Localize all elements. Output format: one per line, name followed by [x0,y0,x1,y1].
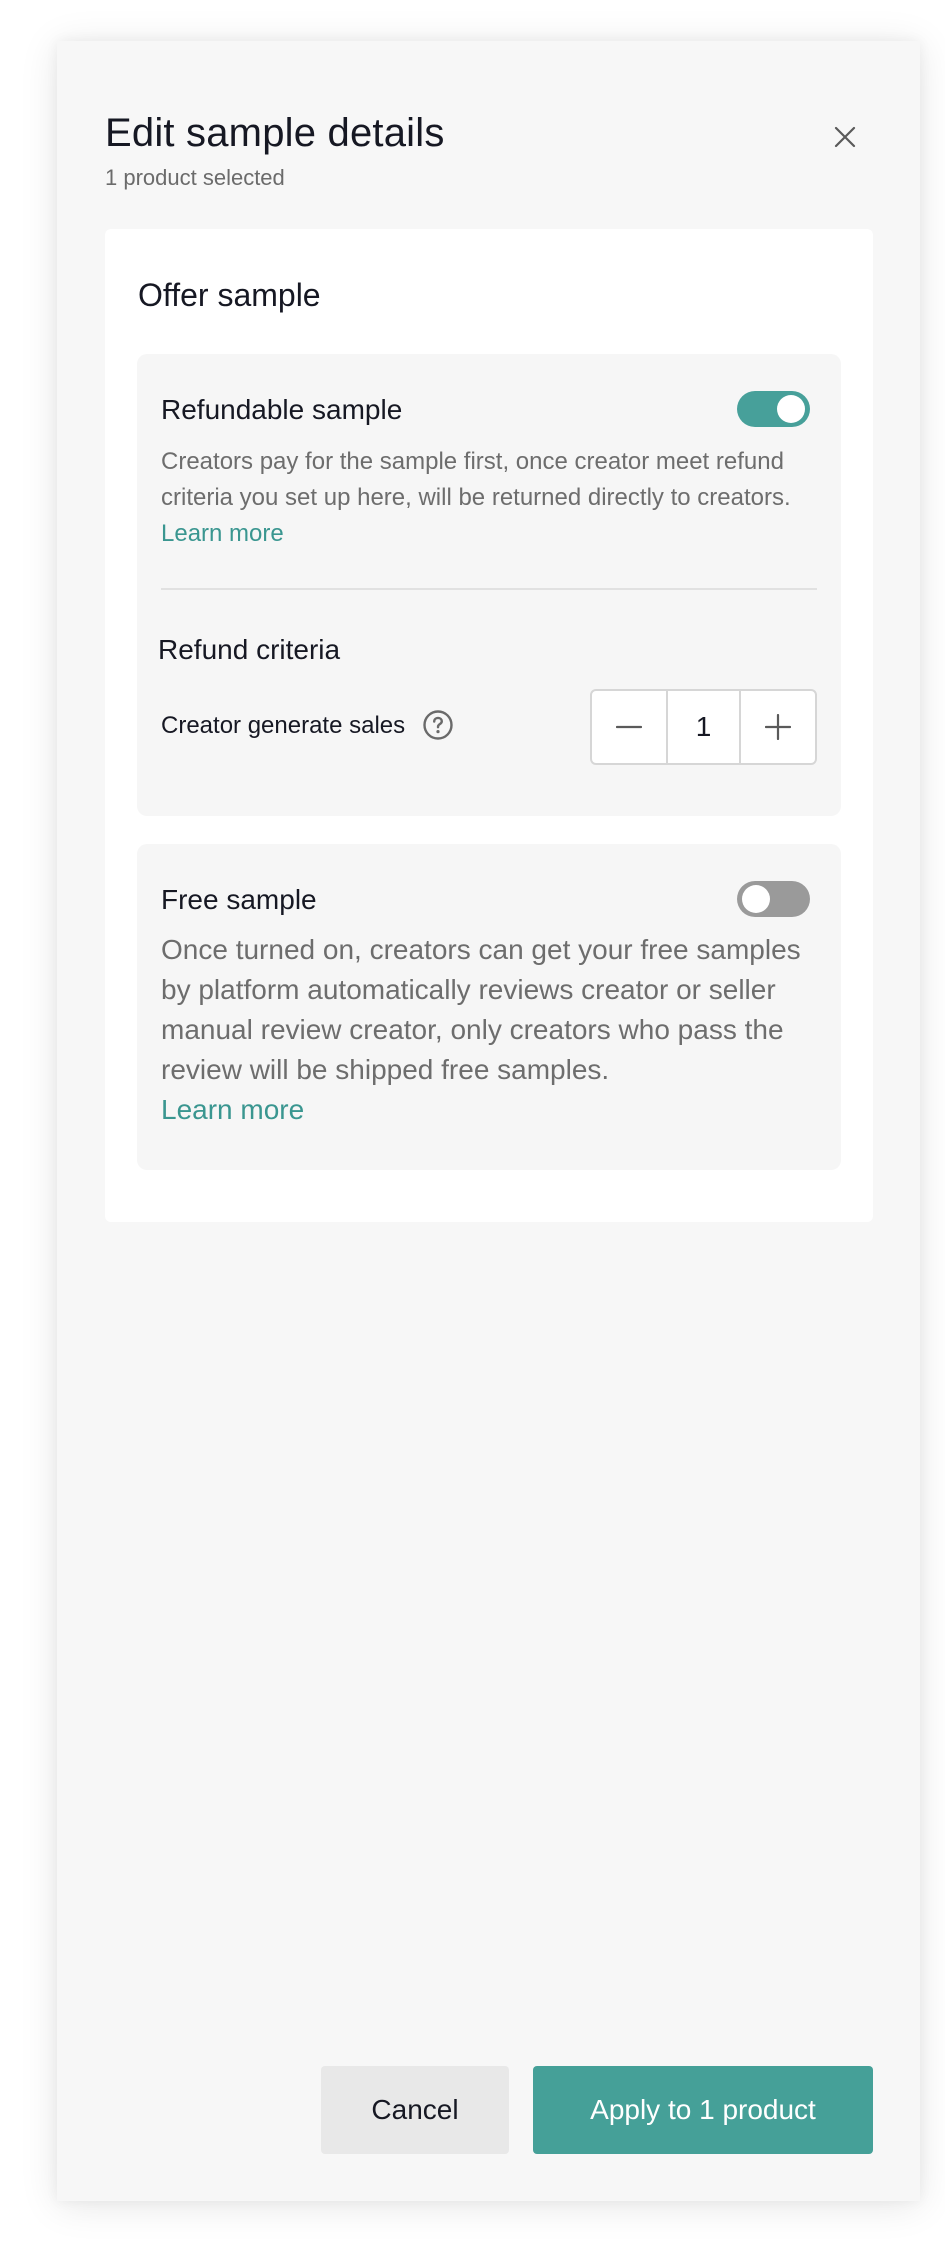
quantity-value[interactable]: 1 [666,691,741,763]
offer-sample-card: Offer sample Refundable sample Creators … [105,229,873,1222]
refund-criteria-title: Refund criteria [158,634,341,665]
free-sample-section: Free sample Once turned on, creators can… [137,844,841,1170]
divider [161,588,817,590]
dialog-title: Edit sample details [105,111,445,155]
close-icon [834,126,856,148]
toggle-knob [742,885,770,913]
free-sample-description: Once turned on, creators can get your fr… [161,934,801,1085]
apply-button[interactable]: Apply to 1 product [533,2066,873,2154]
toggle-knob [777,395,805,423]
refundable-sample-toggle[interactable] [737,391,810,427]
dialog-subtitle: 1 product selected [105,165,285,190]
minus-icon [616,725,642,729]
edit-sample-drawer: Edit sample details 1 product selected O… [57,41,920,2201]
refundable-sample-description: Creators pay for the sample first, once … [161,448,791,511]
help-circle-icon[interactable] [422,709,454,741]
refundable-sample-section: Refundable sample Creators pay for the s… [137,354,841,816]
refundable-learn-more-link[interactable]: Learn more [161,516,284,552]
increment-button[interactable] [741,691,815,763]
refundable-sample-title: Refundable sample [161,394,403,425]
offer-sample-title: Offer sample [138,277,321,313]
creator-generate-sales-label: Creator generate sales [161,712,406,739]
free-sample-title: Free sample [161,884,317,915]
close-button[interactable] [825,117,865,157]
decrement-button[interactable] [592,691,666,763]
cancel-button[interactable]: Cancel [321,2066,509,2154]
sales-quantity-stepper: 1 [590,689,817,765]
plus-icon [765,714,791,740]
free-learn-more-link[interactable]: Learn more [161,1090,304,1130]
free-sample-toggle[interactable] [737,881,810,917]
